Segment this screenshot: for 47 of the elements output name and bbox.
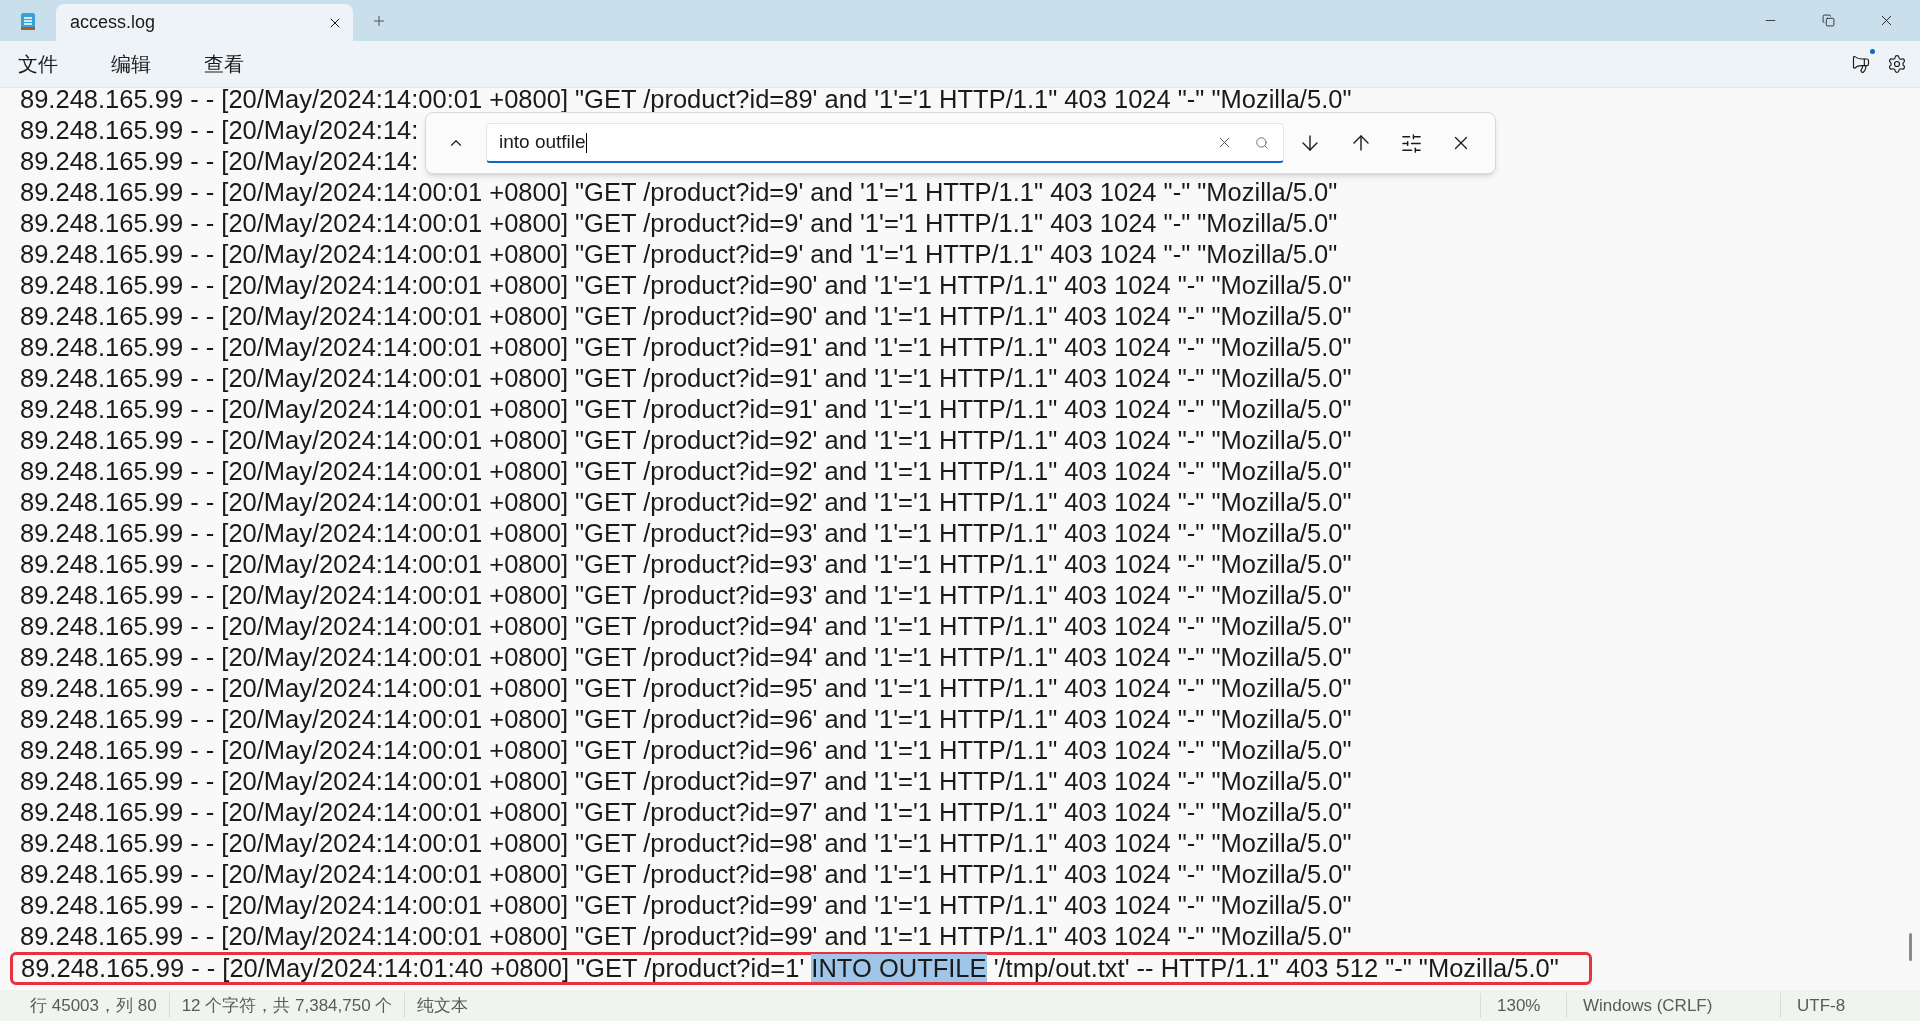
restore-icon[interactable] xyxy=(1821,14,1835,27)
log-line: 89.248.165.99 - - [20/May/2024:14:00:01 +0800] "GET /product?id=93' and '1'='1 HTTP/1.1" 403 1024 "-" "Mozilla/5.0" xyxy=(20,519,1352,547)
status-text: 行 45003，列 80 xyxy=(29,994,158,1017)
log-line: 89.248.165.99 - - [20/May/2024:14:00:01 +0800] "GET /product?id=9' and '1'='1 HTTP/1.1" 403 1024 "-" "Mozilla/5.0" xyxy=(20,178,1338,206)
log-line: 89.248.165.99 - - [20/May/2024:14:00:01 +0800] "GET /product?id=90' and '1'='1 HTTP/1.1" 403 1024 "-" "Mozilla/5.0" xyxy=(20,302,1352,330)
log-line: 89.248.165.99 - - [20/May/2024:14:00:01 +0800] "GET /product?id=96' and '1'='1 HTTP/1.1" 403 1024 "-" "Mozilla/5.0" xyxy=(20,736,1352,764)
log-line: 89.248.165.99 - - [20/May/2024:14: xyxy=(20,116,419,144)
log-line: 89.248.165.99 - - [20/May/2024:14:00:01 +0800] "GET /product?id=97' and '1'='1 HTTP/1.1" 403 1024 "-" "Mozilla/5.0" xyxy=(20,798,1352,826)
log-line: 89.248.165.99 - - [20/May/2024:14:00:01 +0800] "GET /product?id=97' and '1'='1 HTTP/1.1" 403 1024 "-" "Mozilla/5.0" xyxy=(20,767,1352,795)
search-icon[interactable] xyxy=(1255,135,1269,150)
log-line: 89.248.165.99 - - [20/May/2024:14:00:01 +0800] "GET /product?id=98' and '1'='1 HTTP/1.1" 403 1024 "-" "Mozilla/5.0" xyxy=(20,860,1352,888)
log-line: 89.248.165.99 - - [20/May/2024:14:00:01 +0800] "GET /product?id=99' and '1'='1 HTTP/1.1" 403 1024 "-" "Mozilla/5.0" xyxy=(20,922,1352,950)
log-line: 89.248.165.99 - - [20/May/2024:14:00:01 +0800] "GET /product?id=91' and '1'='1 HTTP/1.1" 403 1024 "-" "Mozilla/5.0" xyxy=(20,364,1352,392)
log-line: 89.248.165.99 - - [20/May/2024:14:00:01 +0800] "GET /product?id=95' and '1'='1 HTTP/1.1" 403 1024 "-" "Mozilla/5.0" xyxy=(20,674,1352,702)
log-line: 89.248.165.99 - - [20/May/2024:14:00:01 +0800] "GET /product?id=91' and '1'='1 HTTP/1.1" 403 1024 "-" "Mozilla/5.0" xyxy=(20,333,1352,361)
log-line: 89.248.165.99 - - [20/May/2024:14:00:01 +0800] "GET /product?id=9' and '1'='1 HTTP/1.1" 403 1024 "-" "Mozilla/5.0" xyxy=(20,240,1338,268)
log-line: 89.248.165.99 - - [20/May/2024:14:00:01 +0800] "GET /product?id=93' and '1'='1 HTTP/1.1" 403 1024 "-" "Mozilla/5.0" xyxy=(20,581,1352,609)
log-line: 89.248.165.99 - - [20/May/2024:14:00:01 +0800] "GET /product?id=99' and '1'='1 HTTP/1.1" 403 1024 "-" "Mozilla/5.0" xyxy=(20,891,1352,919)
status-text[interactable]: Windows (CRLF) xyxy=(1566,992,1780,1019)
menu-item[interactable]: 查看 xyxy=(192,49,256,79)
status-text: 纯文本 xyxy=(404,992,481,1019)
log-line: 89.248.165.99 - - [20/May/2024:14:01:40 +0800] "GET /product?id=1' INTO OUTFILE '/tmp/out.txt' -- HTTP/1.1" 403 512 "-" "Mozilla/5.0" xyxy=(21,954,1559,982)
menu-item[interactable]: 文件 xyxy=(6,49,70,79)
log-line: 89.248.165.99 - - [20/May/2024:14:00:01 +0800] "GET /product?id=91' and '1'='1 HTTP/1.1" 403 1024 "-" "Mozilla/5.0" xyxy=(20,395,1352,423)
log-line: 89.248.165.99 - - [20/May/2024:14:00:01 +0800] "GET /product?id=93' and '1'='1 HTTP/1.1" 403 1024 "-" "Mozilla/5.0" xyxy=(20,550,1352,578)
log-line: 89.248.165.99 - - [20/May/2024:14:00:01 +0800] "GET /product?id=92' and '1'='1 HTTP/1.1" 403 1024 "-" "Mozilla/5.0" xyxy=(20,488,1352,516)
status-text[interactable]: UTF-8 xyxy=(1780,992,1920,1019)
log-line: 89.248.165.99 - - [20/May/2024:14:00:01 +0800] "GET /product?id=9' and '1'='1 HTTP/1.1" 403 1024 "-" "Mozilla/5.0" xyxy=(20,209,1338,237)
notepad-icon xyxy=(19,10,37,31)
log-line: 89.248.165.99 - - [20/May/2024:14:00:01 +0800] "GET /product?id=94' and '1'='1 HTTP/1.1" 403 1024 "-" "Mozilla/5.0" xyxy=(20,612,1352,640)
log-line: 89.248.165.99 - - [20/May/2024:14:00:01 +0800] "GET /product?id=92' and '1'='1 HTTP/1.1" 403 1024 "-" "Mozilla/5.0" xyxy=(20,426,1352,454)
announcement-icon[interactable] xyxy=(1851,54,1871,74)
status-text[interactable]: 130% xyxy=(1480,992,1566,1019)
log-line: 89.248.165.99 - - [20/May/2024:14: xyxy=(20,147,419,175)
settings-icon[interactable] xyxy=(1887,54,1907,74)
log-line: 89.248.165.99 - - [20/May/2024:14:00:01 +0800] "GET /product?id=94' and '1'='1 HTTP/1.1" 403 1024 "-" "Mozilla/5.0" xyxy=(20,643,1352,671)
menu-item[interactable]: 编辑 xyxy=(99,49,163,79)
log-line: 89.248.165.99 - - [20/May/2024:14:00:01 +0800] "GET /product?id=92' and '1'='1 HTTP/1.1" 403 1024 "-" "Mozilla/5.0" xyxy=(20,457,1352,485)
find-options-icon[interactable] xyxy=(1400,131,1423,155)
status-text: 12 个字符，共 7,384,750 个 xyxy=(168,992,405,1019)
log-line: 89.248.165.99 - - [20/May/2024:14:00:01 +0800] "GET /product?id=89' and '1'='1 HTTP/1.1" 403 1024 "-" "Mozilla/5.0" xyxy=(20,88,1352,113)
log-line: 89.248.165.99 - - [20/May/2024:14:00:01 +0800] "GET /product?id=98' and '1'='1 HTTP/1.1" 403 1024 "-" "Mozilla/5.0" xyxy=(20,829,1352,857)
scrollbar-thumb[interactable] xyxy=(1909,933,1912,961)
log-line: 89.248.165.99 - - [20/May/2024:14:00:01 +0800] "GET /product?id=96' and '1'='1 HTTP/1.1" 403 1024 "-" "Mozilla/5.0" xyxy=(20,705,1352,733)
file-tab[interactable]: access.log xyxy=(56,4,353,41)
log-line: 89.248.165.99 - - [20/May/2024:14:00:01 +0800] "GET /product?id=90' and '1'='1 HTTP/1.1" 403 1024 "-" "Mozilla/5.0" xyxy=(20,271,1352,299)
find-field[interactable]: into outfile xyxy=(486,123,1284,163)
